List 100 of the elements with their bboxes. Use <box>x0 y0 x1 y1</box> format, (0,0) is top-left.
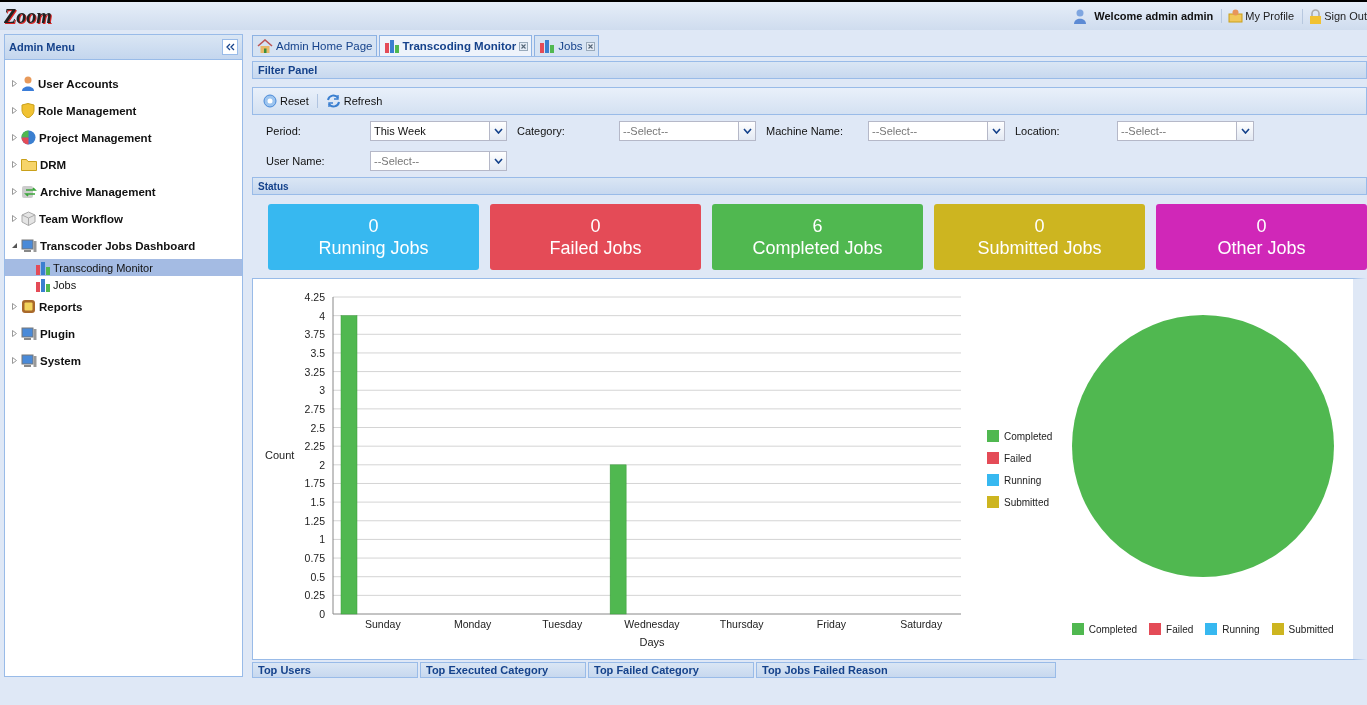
y-tick-label: 0.25 <box>304 589 325 602</box>
tab[interactable]: Jobs <box>534 35 599 56</box>
x-tick-label: Thursday <box>719 618 764 630</box>
tab[interactable]: Transcoding Monitor <box>378 35 533 56</box>
x-tick-label: Monday <box>453 618 492 630</box>
computer-icon <box>21 326 37 341</box>
legend-swatch <box>1071 623 1084 635</box>
menu-item[interactable]: DRM <box>40 158 67 171</box>
y-tick-label: 1.25 <box>304 514 325 527</box>
x-tick-label: Friday <box>816 618 846 630</box>
legend-swatch <box>1271 623 1284 635</box>
field-label: Category: <box>517 125 566 137</box>
menu-item[interactable]: Team Workflow <box>39 212 123 225</box>
notebook-icon <box>21 299 36 314</box>
caret-icon <box>742 128 752 134</box>
dropdown-field[interactable]: This Week <box>370 121 507 141</box>
menu-item[interactable]: Reports <box>39 300 83 313</box>
bar-chart-icon <box>35 277 51 292</box>
y-tick-label: 0 <box>319 608 325 620</box>
expanded-arrow-icon[interactable] <box>11 242 18 249</box>
card-label: Other Jobs <box>1217 237 1306 259</box>
y-tick-label: 3 <box>319 384 325 397</box>
collapsed-arrow-icon[interactable] <box>11 188 18 195</box>
y-tick-label: 2 <box>319 458 325 471</box>
folder-icon <box>21 158 37 171</box>
computer-icon <box>21 238 37 253</box>
collapsed-arrow-icon[interactable] <box>11 357 18 364</box>
menu-item[interactable]: Archive Management <box>40 185 156 198</box>
sign-out-link[interactable]: Sign Out <box>1302 8 1367 24</box>
panel-title: Admin Menu <box>9 41 75 53</box>
collapse-button[interactable] <box>222 39 238 55</box>
cube-icon <box>21 211 36 226</box>
y-tick-label: 2.5 <box>310 421 325 434</box>
field-label: Machine Name: <box>766 125 845 137</box>
y-tick-label: 0.75 <box>304 552 325 565</box>
menu-item[interactable]: Plugin <box>40 327 76 340</box>
legend-swatch <box>987 430 999 442</box>
menu-item[interactable]: System <box>40 354 81 367</box>
panel-header: Top Jobs Failed Reason <box>756 662 1056 678</box>
y-tick-label: 3.25 <box>304 365 325 378</box>
y-tick-label: 3.75 <box>304 328 325 341</box>
legend-label: Running <box>1222 623 1260 635</box>
x-tick-label: Saturday <box>900 618 943 630</box>
legend-label: Failed <box>1166 623 1194 635</box>
bar-chart-icon <box>35 260 51 275</box>
caret-icon <box>1240 128 1250 134</box>
legend-label: Completed <box>1088 623 1138 635</box>
collapsed-arrow-icon[interactable] <box>11 161 18 168</box>
reset-button[interactable]: Reset <box>261 94 311 108</box>
y-tick-label: 1.5 <box>310 496 325 509</box>
close-icon[interactable] <box>585 41 595 51</box>
y-tick-label: 2.25 <box>304 440 325 453</box>
job-count: 6 <box>812 215 823 237</box>
panel-header: Top Executed Category <box>420 662 586 678</box>
collapsed-arrow-icon[interactable] <box>11 107 18 114</box>
x-tick-label: Tuesday <box>542 618 583 630</box>
legend-swatch <box>987 496 999 508</box>
tab[interactable]: Admin Home Page <box>252 35 377 56</box>
menu-item[interactable]: Transcoder Jobs Dashboard <box>40 239 196 252</box>
refresh-button[interactable]: Refresh <box>323 94 385 108</box>
legend-swatch <box>987 474 999 486</box>
submenu-item[interactable]: Jobs <box>5 276 242 293</box>
y-tick-label: 0.5 <box>310 570 325 583</box>
status-panel-header: Status <box>252 177 1367 195</box>
panel-header: Top Users <box>252 662 418 678</box>
legend-label: Submitted <box>1288 623 1334 635</box>
field-label: User Name: <box>266 155 326 167</box>
dropdown-field[interactable]: --Select-- <box>619 121 756 141</box>
dropdown-field[interactable]: --Select-- <box>370 151 507 171</box>
submenu-item[interactable]: Transcoding Monitor <box>5 259 242 276</box>
bar-chart-icon <box>539 39 556 53</box>
card-label: Running Jobs <box>318 237 429 259</box>
menu-item[interactable]: Role Management <box>38 104 137 117</box>
caret-icon <box>991 128 1001 134</box>
collapsed-arrow-icon[interactable] <box>11 134 18 141</box>
caret-icon <box>493 158 503 164</box>
collapsed-arrow-icon[interactable] <box>11 215 18 222</box>
field-label: Location: <box>1015 125 1061 137</box>
job-count: 0 <box>368 215 379 237</box>
logo[interactable]: Zoom <box>4 4 52 28</box>
profile-link[interactable]: My Profile <box>1221 9 1295 23</box>
panel-header: Top Failed Category <box>588 662 754 678</box>
y-tick-label: 2.75 <box>304 402 325 415</box>
collapsed-arrow-icon[interactable] <box>11 80 18 87</box>
legend-swatch <box>1205 623 1218 635</box>
bar-chart-icon <box>383 39 400 53</box>
computer-icon <box>21 353 37 368</box>
x-tick-label: Sunday <box>365 618 401 630</box>
close-icon[interactable] <box>519 41 529 51</box>
dropdown-field[interactable]: --Select-- <box>1117 121 1254 141</box>
collapsed-arrow-icon[interactable] <box>11 303 18 310</box>
dropdown-field[interactable]: --Select-- <box>868 121 1005 141</box>
menu-item[interactable]: Project Management <box>39 131 152 144</box>
card-label: Submitted Jobs <box>977 237 1102 259</box>
profile-icon <box>1228 9 1244 23</box>
y-tick-label: 4 <box>319 309 325 322</box>
archive-sync-icon <box>21 184 37 199</box>
collapsed-arrow-icon[interactable] <box>11 330 18 337</box>
job-count: 0 <box>1256 215 1267 237</box>
menu-item[interactable]: User Accounts <box>38 77 119 90</box>
